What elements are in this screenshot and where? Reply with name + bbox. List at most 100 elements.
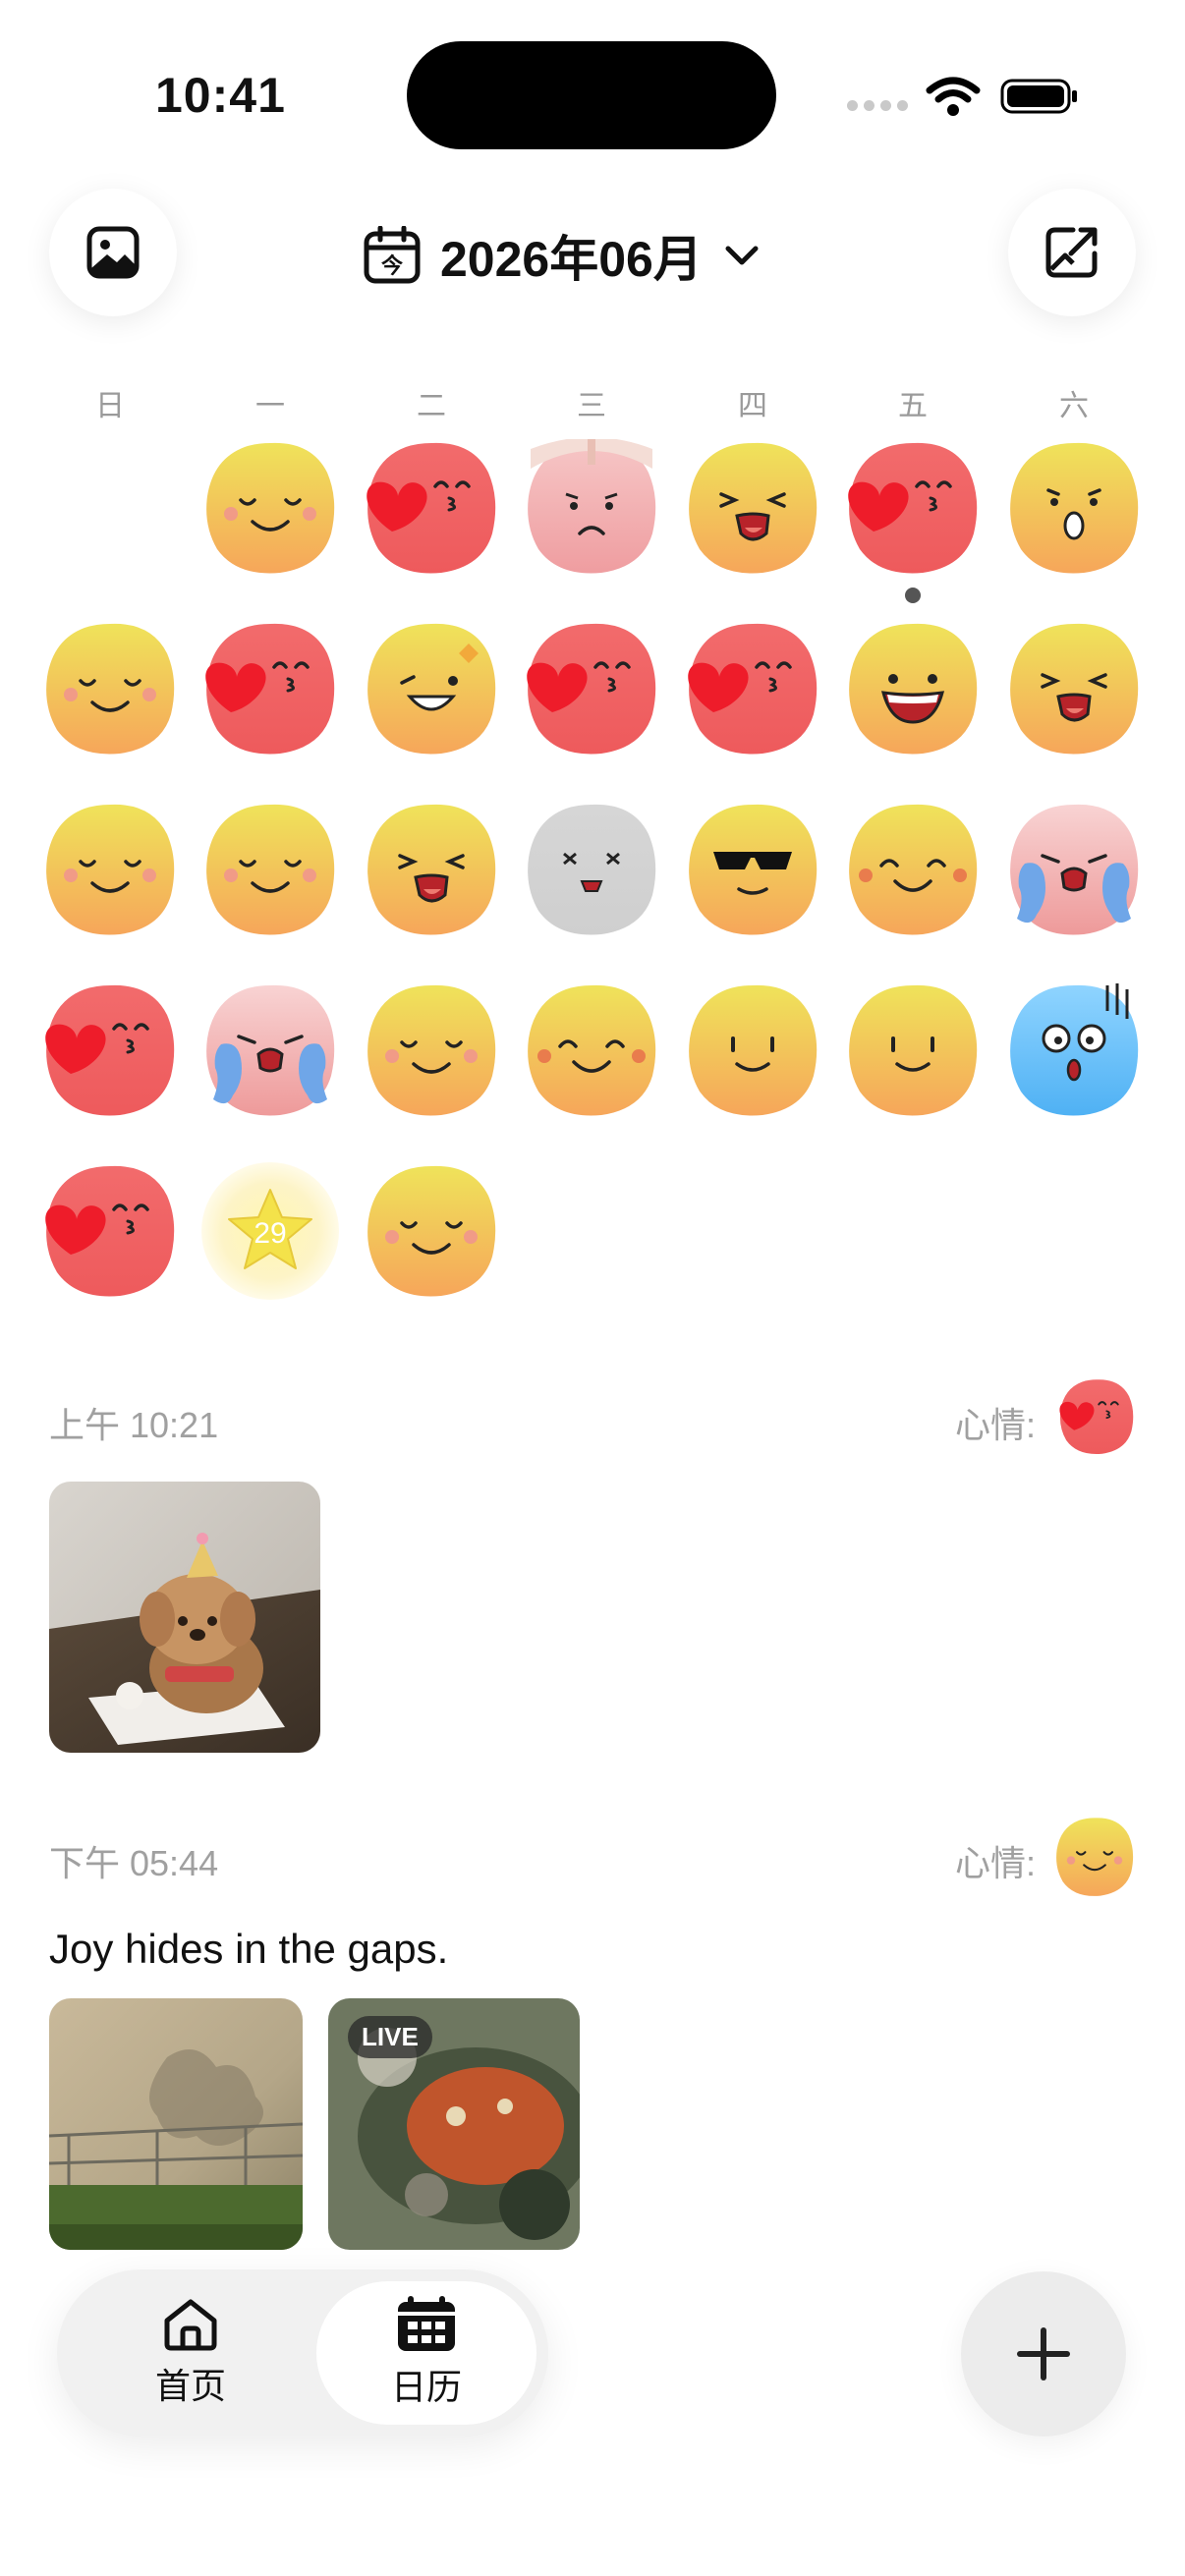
share-image-icon bbox=[1045, 227, 1098, 278]
chevron-down-icon bbox=[725, 246, 759, 265]
entry-mood-icon bbox=[1053, 1816, 1136, 1898]
calendar-day-26[interactable] bbox=[839, 977, 987, 1124]
weekday-label: 二 bbox=[417, 390, 446, 422]
mood-cry-icon bbox=[1005, 801, 1143, 938]
entry-text: Joy hides in the gaps. bbox=[49, 1926, 449, 1972]
mood-dizzy-icon bbox=[523, 801, 660, 938]
mood-smile-icon bbox=[201, 439, 339, 577]
weekday-label: 五 bbox=[898, 390, 928, 422]
calendar-day-24[interactable] bbox=[518, 977, 665, 1124]
phone-screen: 10:41 今 2026年06月 日 一 二 三 四 五 六 29 上午 10:… bbox=[0, 0, 1185, 2576]
entry-mood-label: 心情: bbox=[955, 1843, 1037, 1883]
today-indicator bbox=[905, 588, 921, 603]
mood-smile-icon bbox=[41, 620, 179, 757]
mood-heart-icon bbox=[41, 1162, 179, 1300]
calendar-day-10[interactable] bbox=[518, 615, 665, 762]
calendar-day-14[interactable] bbox=[36, 796, 184, 943]
tab-label: 日历 bbox=[390, 2367, 462, 2407]
calendar-today-icon: 今 bbox=[364, 226, 421, 284]
wifi-icon bbox=[926, 77, 981, 116]
mood-heart-icon bbox=[523, 620, 660, 757]
calendar-day-2[interactable] bbox=[358, 434, 505, 582]
mood-calm-icon bbox=[844, 981, 982, 1119]
calendar-day-16[interactable] bbox=[358, 796, 505, 943]
mood-shock-icon bbox=[1005, 981, 1143, 1119]
calendar-day-30[interactable] bbox=[358, 1157, 505, 1305]
mood-cool-icon bbox=[684, 801, 821, 938]
calendar-day-17[interactable] bbox=[518, 796, 665, 943]
mood-laugh-icon bbox=[844, 620, 982, 757]
tab-home[interactable]: 首页 bbox=[81, 2281, 301, 2425]
entry-photo[interactable] bbox=[49, 1998, 303, 2250]
dynamic-island bbox=[407, 41, 776, 149]
calendar-day-12[interactable] bbox=[839, 615, 987, 762]
calendar-day-27[interactable] bbox=[1000, 977, 1148, 1124]
calendar-day-4[interactable] bbox=[679, 434, 826, 582]
star-day-label: 29 bbox=[254, 1217, 286, 1250]
calendar-day-20[interactable] bbox=[1000, 796, 1148, 943]
mood-bandage-icon bbox=[523, 437, 660, 577]
mood-heart-icon bbox=[363, 439, 500, 577]
mood-cry-icon bbox=[201, 981, 339, 1119]
mood-heart-icon bbox=[684, 620, 821, 757]
calendar-day-9[interactable] bbox=[358, 615, 505, 762]
mood-grin-icon bbox=[523, 981, 660, 1119]
entry-mood-label: 心情: bbox=[955, 1405, 1037, 1445]
signal-icon bbox=[847, 100, 908, 111]
mood-heart-icon bbox=[41, 981, 179, 1119]
month-label: 2026年06月 bbox=[440, 232, 703, 287]
calendar-day-7[interactable] bbox=[36, 615, 184, 762]
mood-smile-icon bbox=[363, 1162, 500, 1300]
tab-label: 首页 bbox=[154, 2366, 226, 2406]
calendar-day-5[interactable] bbox=[839, 434, 987, 603]
mood-surprised-icon bbox=[1005, 439, 1143, 577]
weekday-label: 六 bbox=[1059, 390, 1089, 422]
calendar-today-label: 今 bbox=[381, 253, 403, 278]
entry-mood-icon bbox=[1057, 1377, 1136, 1456]
tab-calendar[interactable]: 日历 bbox=[316, 2281, 536, 2425]
calendar-day-19[interactable] bbox=[839, 796, 987, 943]
mood-heart-icon bbox=[844, 439, 982, 577]
image-icon bbox=[86, 226, 140, 279]
entry-time: 上午 10:21 bbox=[49, 1405, 219, 1445]
mood-star-icon: 29 bbox=[201, 1162, 339, 1300]
gallery-button[interactable] bbox=[49, 189, 177, 316]
wall-photo bbox=[49, 1998, 303, 2250]
mood-calm-icon bbox=[684, 981, 821, 1119]
plus-icon bbox=[1017, 2327, 1070, 2380]
calendar-day-28[interactable] bbox=[36, 1157, 184, 1305]
mood-heart-icon bbox=[201, 620, 339, 757]
entry-photo[interactable] bbox=[49, 1482, 320, 1753]
calendar-day-11[interactable] bbox=[679, 615, 826, 762]
entry-photo-live[interactable]: LIVE bbox=[328, 1998, 580, 2250]
tab-bar: 首页 日历 bbox=[57, 2269, 548, 2436]
calendar-day-13[interactable] bbox=[1000, 615, 1148, 762]
weekday-header: 日 一 二 三 四 五 六 bbox=[0, 381, 1185, 422]
calendar-day-25[interactable] bbox=[679, 977, 826, 1124]
mood-wink-icon bbox=[363, 620, 500, 757]
weekday-label: 三 bbox=[577, 390, 606, 422]
month-selector[interactable]: 今 2026年06月 bbox=[364, 218, 762, 293]
battery-icon bbox=[1000, 79, 1077, 114]
calendar-day-3[interactable] bbox=[518, 434, 665, 582]
calendar-day-22[interactable] bbox=[197, 977, 344, 1124]
calendar-day-23[interactable] bbox=[358, 977, 505, 1124]
mood-smile-icon bbox=[201, 801, 339, 938]
mood-smile-icon bbox=[363, 981, 500, 1119]
calendar-day-1[interactable] bbox=[197, 434, 344, 582]
weekday-label: 一 bbox=[255, 390, 285, 422]
add-entry-button[interactable] bbox=[961, 2271, 1126, 2436]
home-icon bbox=[164, 2299, 217, 2351]
calendar-day-18[interactable] bbox=[679, 796, 826, 943]
share-button[interactable] bbox=[1008, 189, 1136, 316]
calendar-day-15[interactable] bbox=[197, 796, 344, 943]
calendar-day-21[interactable] bbox=[36, 977, 184, 1124]
calendar-day-29[interactable]: 29 bbox=[197, 1157, 344, 1305]
weekday-label: 日 bbox=[95, 390, 125, 422]
mood-smile-icon bbox=[41, 801, 179, 938]
calendar-day-8[interactable] bbox=[197, 615, 344, 762]
mood-tongue-icon bbox=[363, 801, 500, 938]
entry-time: 下午 05:44 bbox=[49, 1843, 219, 1883]
calendar-day-6[interactable] bbox=[1000, 434, 1148, 582]
calendar-icon bbox=[398, 2296, 455, 2351]
